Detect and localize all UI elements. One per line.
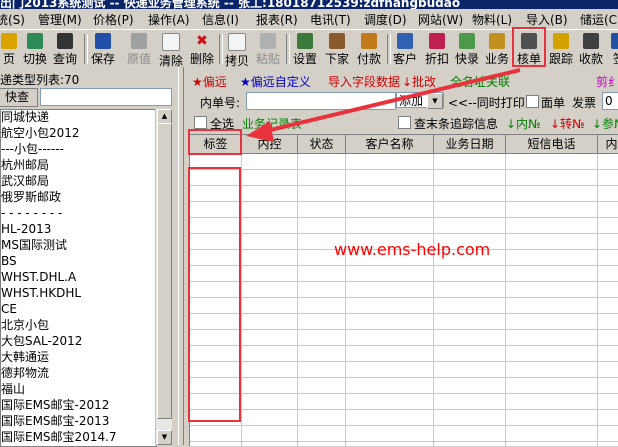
arrow-head-icon	[246, 121, 274, 142]
arrow-shaft	[261, 68, 521, 134]
annotation-arrow	[246, 68, 521, 142]
